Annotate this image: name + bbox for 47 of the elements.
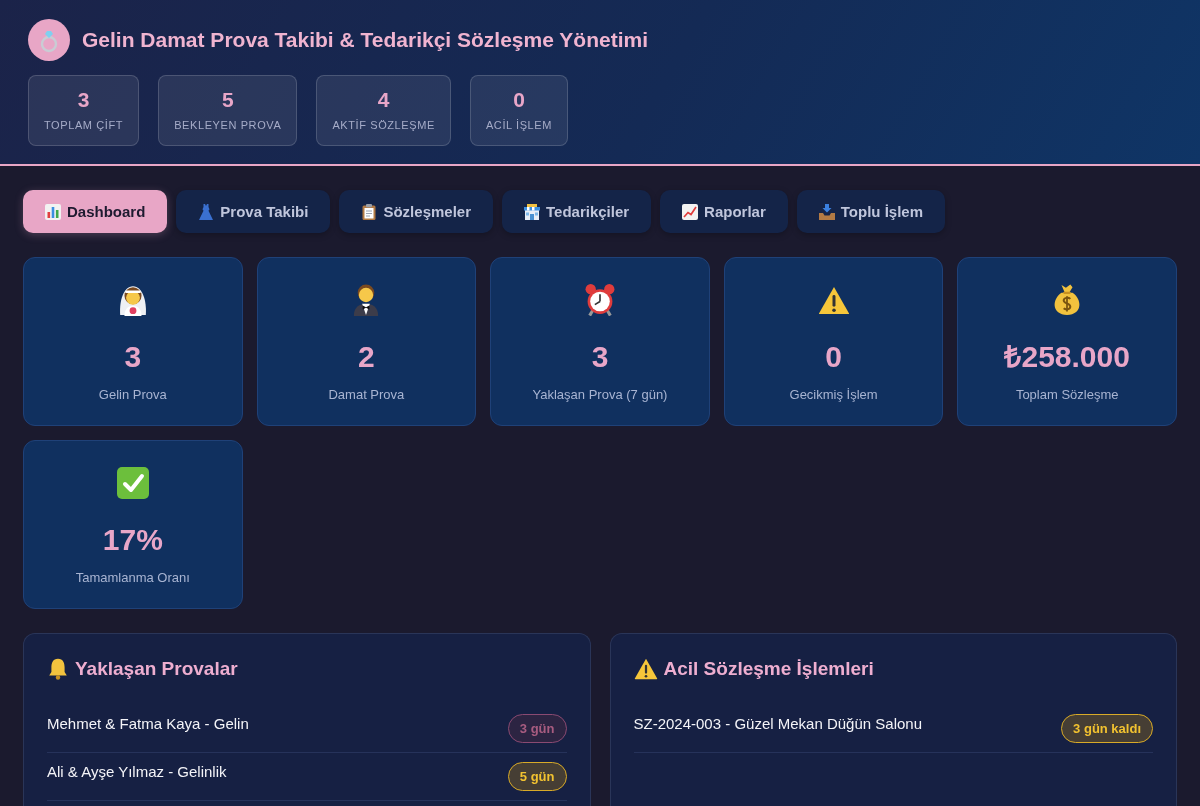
list-item-text: Ali & Ayşe Yılmaz - Gelinlik — [47, 762, 227, 782]
days-badge: 3 gün kaldı — [1061, 714, 1153, 743]
tab[interactable]: Dashboard — [23, 190, 168, 233]
clipboard-icon — [361, 203, 378, 220]
dress-icon — [198, 203, 215, 220]
app-title: Gelin Damat Prova Takibi & Tedarikçi Sözleşme Yönetimi — [82, 27, 649, 53]
warning-icon — [633, 658, 658, 680]
stat-value: 0 — [513, 88, 525, 112]
panel-title: Acil Sözleşme İşlemleri — [663, 657, 874, 681]
stat-value: 2 — [358, 340, 375, 374]
inbox-tray-icon — [818, 203, 835, 220]
stat-label: Tamamlanma Oranı — [75, 570, 190, 586]
tab[interactable]: Sözleşmeler — [339, 190, 493, 233]
days-badge: 5 gün — [507, 762, 567, 791]
tab[interactable]: Tedarikçiler — [502, 190, 652, 233]
check-icon — [116, 467, 149, 499]
stat-label: Yaklaşan Prova (7 gün) — [532, 387, 668, 403]
ring-icon — [28, 19, 70, 61]
tab[interactable]: Toplu İşlem — [796, 190, 946, 233]
stat-value: ₺258.000 — [1004, 340, 1130, 374]
stat-value: 3 — [591, 340, 609, 374]
store-icon — [524, 203, 540, 220]
stat-value: 3 — [77, 88, 90, 112]
stat-value: 0 — [825, 340, 842, 374]
stat-label: Damat Prova — [328, 387, 405, 403]
stat-label: AKTİF SÖZLEŞME — [332, 118, 435, 132]
panel-title: Yaklaşan Provalar — [75, 657, 238, 681]
list-item-text: SZ-2024-003 - Güzel Mekan Düğün Salonu — [633, 714, 922, 734]
alarm-clock-icon — [584, 284, 616, 316]
stat-value: 3 — [124, 340, 142, 374]
stat-label: Toplam Sözleşme — [1015, 387, 1119, 403]
stat-label: Gecikmiş İşlem — [789, 387, 878, 403]
stat-label: BEKLEYEN PROVA — [174, 118, 282, 132]
line-chart-icon — [682, 203, 699, 220]
stat-label: Gelin Prova — [98, 387, 167, 403]
warning-icon — [817, 285, 850, 315]
stat-label: ACİL İŞLEM — [485, 118, 553, 132]
stat-value: 5 — [221, 88, 234, 112]
tab[interactable]: Raporlar — [660, 190, 788, 233]
tab[interactable]: Prova Takibi — [176, 190, 331, 233]
stat-value: 17% — [102, 523, 163, 557]
bell-icon — [47, 658, 69, 680]
days-badge: 3 gün — [507, 714, 567, 743]
stat-label: TOPLAM ÇİFT — [44, 118, 124, 132]
bar-chart-icon — [45, 203, 61, 220]
stat-value: 4 — [377, 88, 390, 112]
list-item-text: Mehmet & Fatma Kaya - Gelin — [47, 714, 249, 734]
